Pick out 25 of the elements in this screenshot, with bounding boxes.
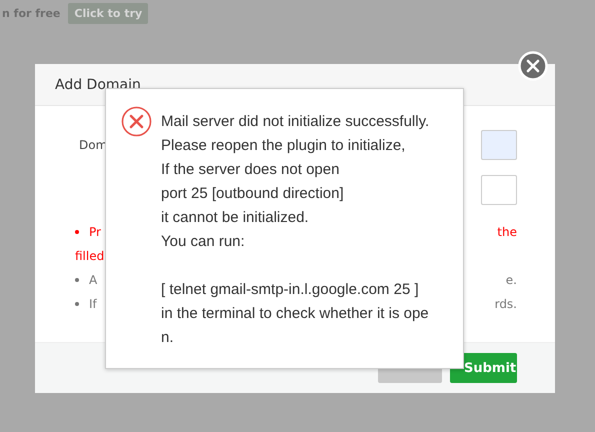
bullet-icon [75,230,79,234]
alert-text: You can run: [161,232,246,252]
promo-text: n for free [2,6,60,20]
note-text: A [89,273,98,287]
note-text: If [89,297,98,311]
close-icon[interactable] [518,51,548,81]
alert-text: n. [161,328,175,348]
try-button[interactable]: Click to try [68,2,148,24]
note-text: e. [506,273,517,287]
note-text: Pr [89,225,102,239]
note-text: rds. [494,297,517,311]
error-icon [121,106,152,137]
input-field[interactable] [481,175,517,205]
alert-text: in the terminal to check whether it is ope [161,304,430,324]
alert-text: port 25 [outbound direction] [161,184,345,204]
input-field[interactable] [481,130,517,160]
alert-text: Mail server did not initialize successfully. [161,112,430,132]
alert-text: it cannot be initialized. [161,208,310,228]
alert-text: Please reopen the plugin to initialize, [161,136,406,156]
note-text: the [497,225,517,239]
bullet-icon [75,302,79,306]
alert-text: If the server does not open [161,160,340,180]
alert-text: [ telnet gmail-smtp-in.l.google.com 25 ] [161,280,420,300]
note-text: filled [75,249,106,263]
bullet-icon [75,278,79,282]
